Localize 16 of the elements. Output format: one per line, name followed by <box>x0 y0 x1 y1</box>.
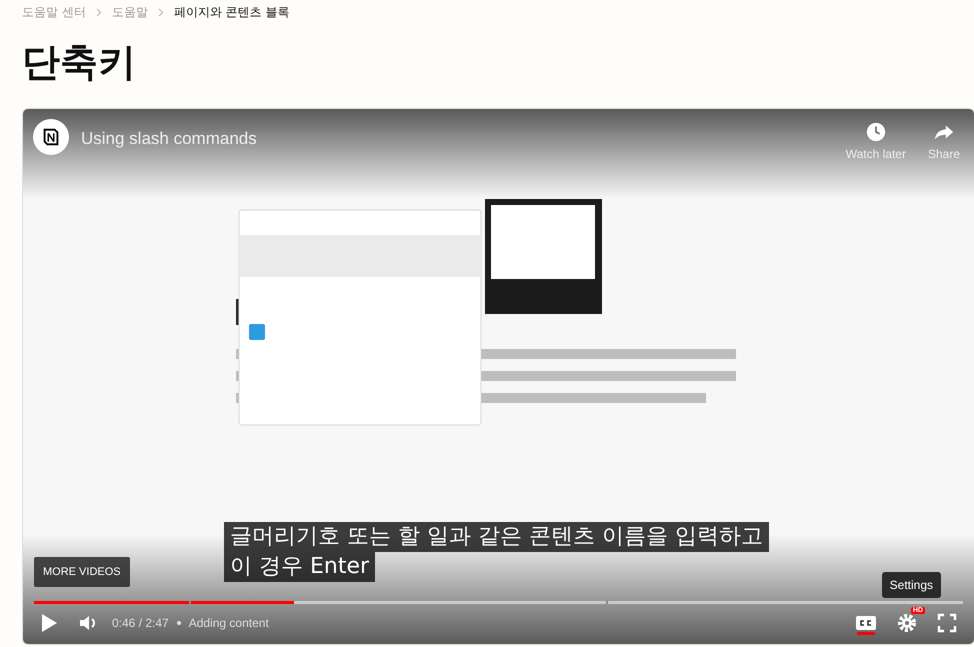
time-display: 0:46 / 2:47 <box>112 616 169 630</box>
settings-tooltip: Settings <box>882 572 941 598</box>
breadcrumb-link[interactable]: 도움말 <box>112 4 148 20</box>
clock-icon <box>864 121 887 143</box>
chevron-icon <box>158 8 164 16</box>
chevron-icon <box>96 8 102 16</box>
video-title[interactable]: Using slash commands <box>81 129 257 149</box>
watch-later-button[interactable]: Watch later <box>844 119 908 163</box>
breadcrumb-link[interactable]: 페이지와 콘텐츠 블록 <box>174 4 290 20</box>
more-videos-button[interactable]: MORE VIDEOS <box>34 557 130 587</box>
gear-icon <box>897 613 917 633</box>
chapter-title[interactable]: Adding content <box>188 616 269 630</box>
page-title: 단축키 <box>22 39 137 86</box>
share-button[interactable]: Share <box>926 119 962 163</box>
breadcrumb-link[interactable]: 도움말 센터 <box>22 4 86 20</box>
separator-dot-icon <box>176 621 181 625</box>
